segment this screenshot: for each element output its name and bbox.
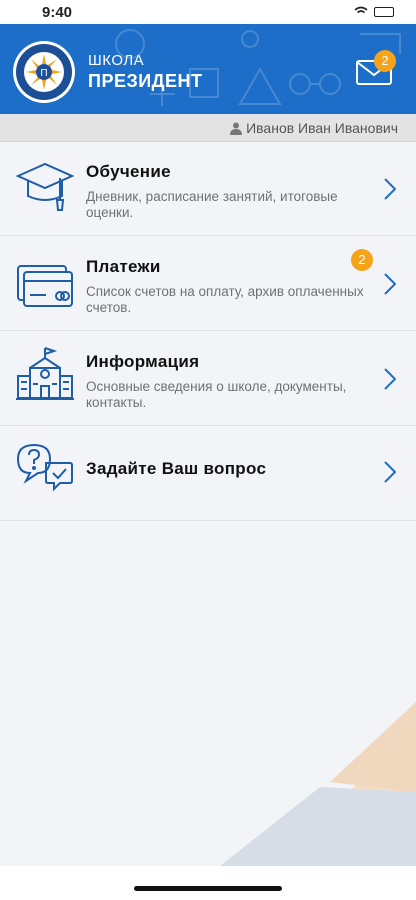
menu-description: Дневник, расписание занятий, итоговые оц… [86, 189, 338, 220]
app-header: П ШКОЛА ПРЕЗИДЕНТ 2 [0, 24, 416, 114]
menu-item-payments[interactable]: Платежи 2 Список счетов на оплату, архив… [0, 237, 416, 331]
menu-title: Информация [86, 352, 200, 371]
user-name: Иванов Иван Иванович [246, 120, 398, 136]
brand-line-1: ШКОЛА [88, 52, 145, 69]
menu-title: Задайте Ваш вопрос [86, 459, 267, 478]
person-icon [230, 122, 243, 135]
user-profile[interactable]: Иванов Иван Иванович [230, 120, 398, 136]
svg-text:П: П [40, 68, 47, 79]
home-indicator[interactable] [134, 886, 282, 891]
user-bar: Иванов Иван Иванович [0, 114, 416, 142]
notification-badge: 2 [374, 50, 396, 72]
chevron-right-icon [384, 273, 396, 295]
credit-card-icon [17, 265, 73, 307]
school-logo: П [13, 41, 75, 103]
battery-icon [374, 7, 394, 17]
menu-item-education[interactable]: Обучение Дневник, расписание занятий, ит… [0, 142, 416, 236]
main-content: Обучение Дневник, расписание занятий, ит… [0, 142, 416, 866]
status-bar: 9:40 [0, 0, 416, 24]
menu-title: Платежи [86, 257, 161, 276]
notification-badge: 2 [351, 249, 373, 271]
home-bar [0, 866, 416, 900]
menu-description: Список счетов на оплату, архив оплаченны… [86, 284, 364, 315]
menu-item-ask-question[interactable]: Задайте Ваш вопрос [0, 427, 416, 521]
menu-description: Основные сведения о школе, документы, ко… [86, 379, 347, 410]
wifi-icon [354, 6, 368, 14]
question-chat-icon [16, 443, 73, 492]
chevron-right-icon [384, 178, 396, 200]
chevron-right-icon [384, 461, 396, 483]
menu-item-information[interactable]: Информация Основные сведения о школе, до… [0, 332, 416, 426]
status-time: 9:40 [42, 4, 73, 21]
graduation-cap-icon [16, 162, 74, 211]
chevron-right-icon [384, 368, 396, 390]
school-building-icon [16, 347, 74, 400]
menu-title: Обучение [86, 162, 171, 181]
brand-title: ШКОЛА ПРЕЗИДЕНТ [88, 52, 203, 92]
brand-line-2: ПРЕЗИДЕНТ [88, 71, 203, 91]
